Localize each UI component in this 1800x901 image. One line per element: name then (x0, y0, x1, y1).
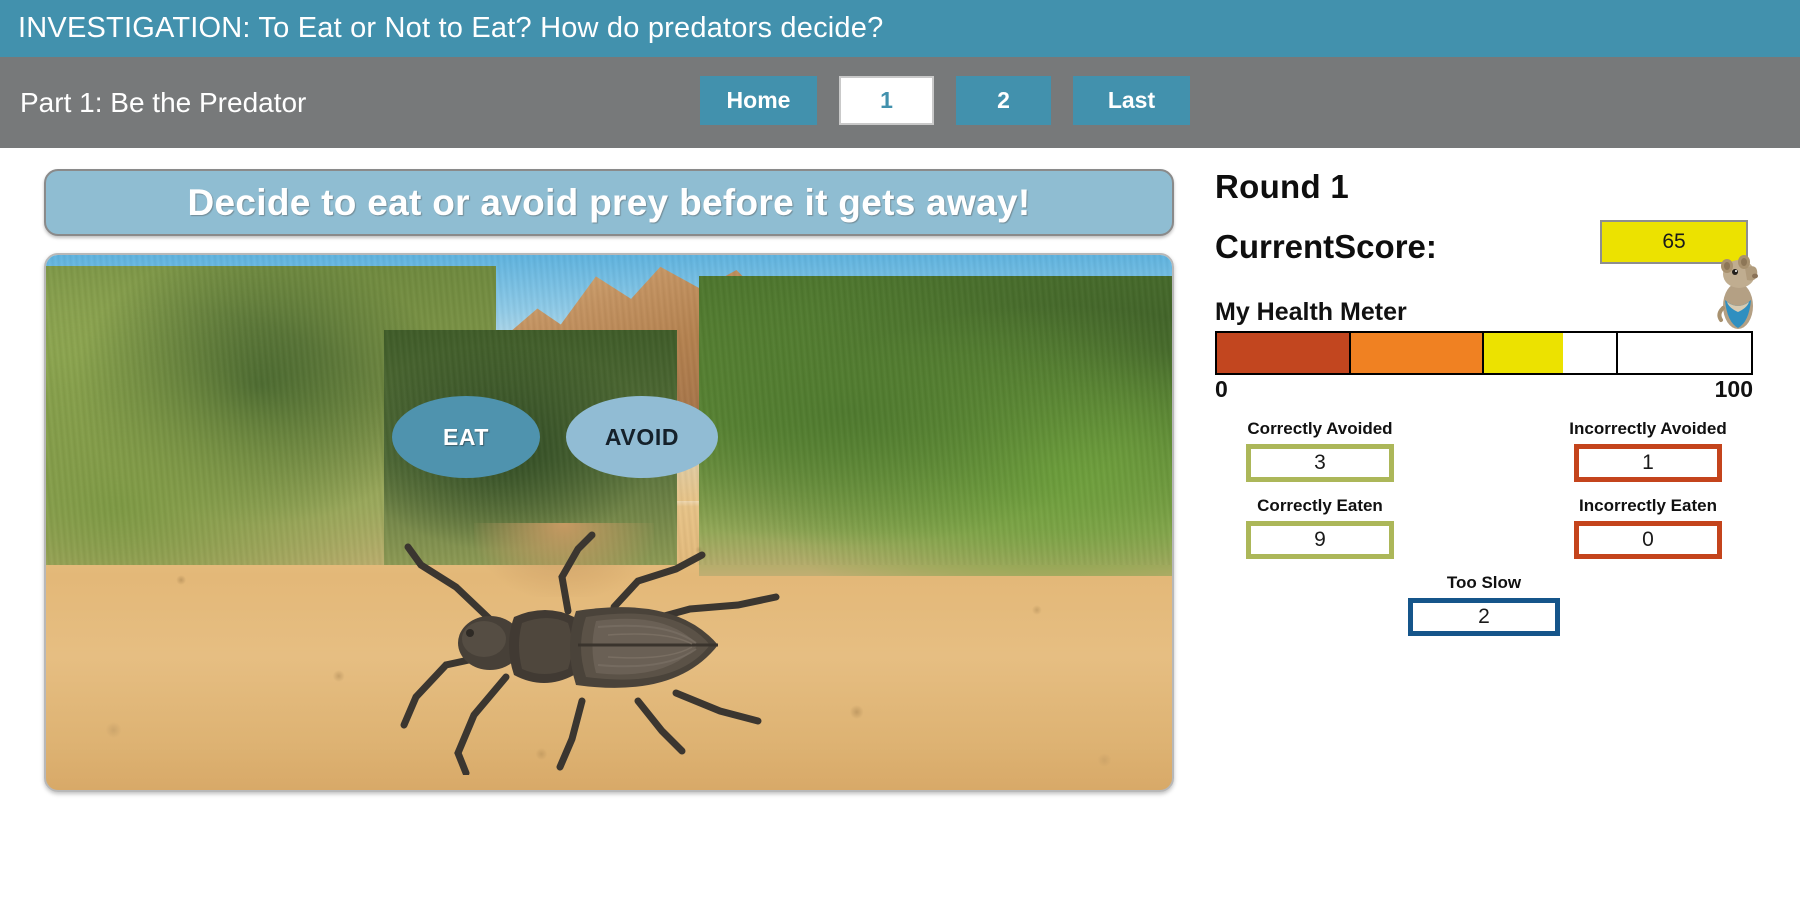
health-meter-label: My Health Meter (1215, 298, 1407, 326)
stat-incorrectly-eaten: Incorrectly Eaten 0 (1543, 496, 1753, 559)
current-score-row: CurrentScore: 65 (1215, 220, 1785, 329)
health-scale-max: 100 (1714, 376, 1753, 402)
score-panel: Round 1 CurrentScore: 65 My Health Meter… (1215, 168, 1785, 650)
part-label: Part 1: Be the Predator (20, 86, 307, 118)
stat-value: 0 (1574, 521, 1722, 559)
activity-column: Decide to eat or avoid prey before it ge… (44, 169, 1174, 792)
stat-label: Correctly Avoided (1247, 419, 1393, 438)
stat-correctly-eaten: Correctly Eaten 9 (1215, 496, 1425, 559)
stat-label: Incorrectly Avoided (1569, 419, 1727, 438)
stats-grid: Correctly Avoided 3 Incorrectly Avoided … (1215, 419, 1753, 636)
stat-too-slow: Too Slow 2 (1364, 573, 1604, 636)
stat-label: Correctly Eaten (1257, 496, 1383, 515)
stats-row-eaten: Correctly Eaten 9 Incorrectly Eaten 0 (1215, 496, 1753, 559)
stat-label: Incorrectly Eaten (1579, 496, 1717, 515)
current-score-label: CurrentScore: (1215, 228, 1437, 265)
health-meter-bar (1215, 331, 1753, 375)
mascot-rodent-icon (1715, 250, 1761, 330)
stat-value: 9 (1246, 521, 1394, 559)
page-title: INVESTIGATION: To Eat or Not to Eat? How… (18, 12, 884, 44)
section-nav-bar: Part 1: Be the Predator Home 1 2 Last (0, 57, 1800, 148)
nav-button-home[interactable]: Home (700, 76, 817, 125)
stat-value: 3 (1246, 444, 1394, 482)
nav-button-page-2[interactable]: 2 (956, 76, 1051, 125)
prompt-text: Decide to eat or avoid prey before it ge… (187, 181, 1031, 223)
nav-button-last[interactable]: Last (1073, 76, 1190, 125)
stat-correctly-avoided: Correctly Avoided 3 (1215, 419, 1425, 482)
health-segment-2 (1350, 333, 1484, 373)
round-label: Round 1 (1215, 168, 1350, 205)
stats-row-too-slow: Too Slow 2 (1215, 573, 1753, 636)
health-meter-scale: 0 100 (1215, 376, 1753, 403)
prey-beetle-icon (346, 525, 816, 777)
health-segment-4 (1618, 333, 1752, 373)
stat-value: 1 (1574, 444, 1722, 482)
health-segment-1 (1217, 333, 1351, 373)
habitat-scene-photo: EAT AVOID (44, 253, 1174, 792)
stat-value: 2 (1408, 598, 1560, 636)
main-content: Decide to eat or avoid prey before it ge… (0, 148, 1800, 901)
app-title-bar: INVESTIGATION: To Eat or Not to Eat? How… (0, 0, 1800, 57)
health-scale-min: 0 (1215, 376, 1228, 402)
stats-row-avoided: Correctly Avoided 3 Incorrectly Avoided … (1215, 419, 1753, 482)
nav-button-page-1[interactable]: 1 (839, 76, 934, 125)
avoid-button[interactable]: AVOID (566, 396, 718, 478)
stat-incorrectly-avoided: Incorrectly Avoided 1 (1543, 419, 1753, 482)
stat-label: Too Slow (1446, 573, 1522, 592)
decision-buttons: EAT AVOID (392, 396, 718, 478)
health-segment-3 (1484, 333, 1618, 373)
eat-button[interactable]: EAT (392, 396, 540, 478)
prompt-banner: Decide to eat or avoid prey before it ge… (44, 169, 1174, 236)
page-nav-buttons: Home 1 2 Last (700, 76, 1190, 125)
